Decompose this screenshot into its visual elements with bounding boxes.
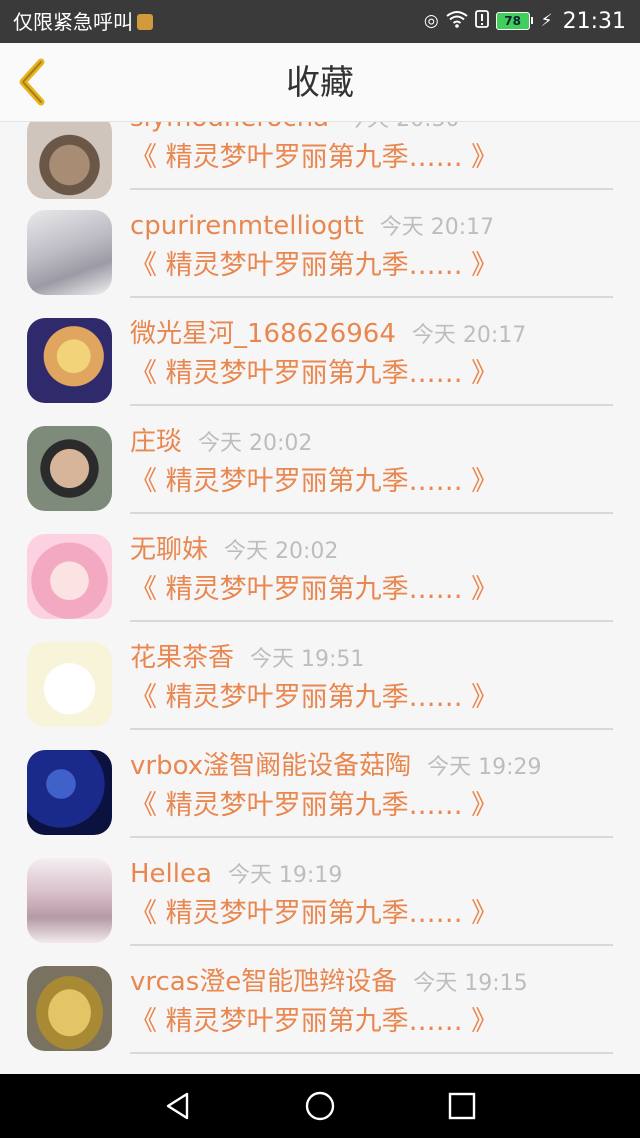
page-title: 收藏 (286, 63, 354, 103)
timestamp: 今天 20:30 (345, 122, 459, 132)
wifi-icon (446, 10, 468, 33)
username: vrbox滏智阚能设备菇陶 (130, 751, 412, 781)
list-item-content: 无聊妹 今天 20:02 《 精灵梦叶罗丽第九季…… 》 (130, 532, 613, 622)
favorite-title-link[interactable]: 《 精灵梦叶罗丽第九季…… 》 (130, 680, 498, 716)
list-item-content: 花果茶香 今天 19:51 《 精灵梦叶罗丽第九季…… 》 (130, 640, 613, 730)
alert-icon (474, 9, 489, 33)
carrier-label: 仅限紧急呼叫 (13, 10, 133, 34)
system-nav-bar (0, 1074, 640, 1138)
square-recents-icon (448, 1092, 476, 1120)
username: 花果茶香 (130, 643, 235, 673)
favorite-title-link[interactable]: 《 精灵梦叶罗丽第九季…… 》 (130, 1004, 498, 1040)
carrier-text-wrap: 仅限紧急呼叫 (13, 9, 153, 35)
avatar (27, 750, 112, 835)
list-item[interactable]: Hellea 今天 19:19 《 精灵梦叶罗丽第九季…… 》 (0, 856, 640, 964)
timestamp: 今天 20:02 (198, 431, 313, 456)
nav-back-button[interactable] (162, 1090, 194, 1122)
timestamp: 今天 20:17 (379, 215, 495, 240)
favorite-title-link[interactable]: 《 精灵梦叶罗丽第九季…… 》 (130, 464, 498, 500)
circle-home-icon (305, 1091, 335, 1121)
favorite-title-link[interactable]: 《 精灵梦叶罗丽第九季…… 》 (130, 788, 498, 824)
avatar (27, 318, 112, 403)
username: cpurirenmtelliogtt (130, 211, 364, 241)
username: 无聊妹 (130, 535, 209, 565)
list-item-content: cpurirenmtelliogtt 今天 20:17 《 精灵梦叶罗丽第九季……… (130, 208, 613, 298)
battery-icon: 78 (495, 12, 533, 30)
nav-recents-button[interactable] (446, 1090, 478, 1122)
battery-level: 78 (504, 14, 521, 28)
header-bar: 收藏 (0, 43, 640, 122)
timestamp: 今天 19:51 (250, 647, 365, 672)
username: 庄琰 (130, 427, 183, 457)
list-item[interactable]: 花果茶香 今天 19:51 《 精灵梦叶罗丽第九季…… 》 (0, 640, 640, 748)
list-item-content: slymodnerocha 今天 20:30 《 精灵梦叶罗丽第九季…… 》 (130, 122, 613, 190)
favorite-title-link[interactable]: 《 精灵梦叶罗丽第九季…… 》 (130, 896, 498, 932)
timestamp: 今天 19:29 (427, 755, 542, 780)
avatar (27, 642, 112, 727)
timestamp: 今天 20:02 (224, 539, 339, 564)
favorite-title-link[interactable]: 《 精灵梦叶罗丽第九季…… 》 (130, 572, 498, 608)
username: Hellea (130, 859, 212, 889)
list-item[interactable]: slymodnerocha 今天 20:30 《 精灵梦叶罗丽第九季…… 》 (0, 122, 640, 208)
avatar (27, 966, 112, 1051)
list-item[interactable]: vrcas澄e智能虺辫设备 今天 19:15 《 精灵梦叶罗丽第九季…… 》 (0, 964, 640, 1072)
favorite-title-link[interactable]: 《 精灵梦叶罗丽第九季…… 》 (130, 356, 498, 392)
list-item-content: 微光星河_168626964 今天 20:17 《 精灵梦叶罗丽第九季…… 》 (130, 316, 613, 406)
avatar (27, 122, 112, 199)
username: slymodnerocha (130, 122, 329, 133)
avatar (27, 210, 112, 295)
app-notification-icon (137, 13, 153, 30)
username: 微光星河_168626964 (130, 319, 396, 349)
triangle-back-icon (166, 1092, 189, 1120)
vibrate-icon: ◎ (423, 11, 439, 31)
username: vrcas澄e智能虺辫设备 (130, 967, 398, 997)
list-item-content: vrbox滏智阚能设备菇陶 今天 19:29 《 精灵梦叶罗丽第九季…… 》 (130, 748, 613, 838)
timestamp: 今天 19:15 (413, 971, 528, 996)
list-item[interactable]: cpurirenmtelliogtt 今天 20:17 《 精灵梦叶罗丽第九季……… (0, 208, 640, 316)
avatar (27, 858, 112, 943)
list-item-content: Hellea 今天 19:19 《 精灵梦叶罗丽第九季…… 》 (130, 856, 613, 946)
list-item[interactable]: 微光星河_168626964 今天 20:17 《 精灵梦叶罗丽第九季…… 》 (0, 316, 640, 424)
list-item-content: 庄琰 今天 20:02 《 精灵梦叶罗丽第九季…… 》 (130, 424, 613, 514)
status-icons: ◎ 78 ⚡ 21:31 (424, 8, 626, 34)
avatar (27, 534, 112, 619)
list-item[interactable]: 无聊妹 今天 20:02 《 精灵梦叶罗丽第九季…… 》 (0, 532, 640, 640)
timestamp: 今天 20:17 (411, 323, 527, 348)
nav-home-button[interactable] (304, 1090, 336, 1122)
list-item-content: vrcas澄e智能虺辫设备 今天 19:15 《 精灵梦叶罗丽第九季…… 》 (130, 964, 613, 1054)
charging-icon: ⚡ (540, 11, 553, 31)
list-item[interactable]: vrbox滏智阚能设备菇陶 今天 19:29 《 精灵梦叶罗丽第九季…… 》 (0, 748, 640, 856)
list-item[interactable]: 庄琰 今天 20:02 《 精灵梦叶罗丽第九季…… 》 (0, 424, 640, 532)
favorite-title-link[interactable]: 《 精灵梦叶罗丽第九季…… 》 (130, 248, 498, 284)
status-bar: 仅限紧急呼叫 ◎ 78 ⚡ 21:31 (0, 0, 640, 43)
clock: 21:31 (562, 8, 626, 34)
timestamp: 今天 19:19 (227, 863, 343, 888)
favorites-list[interactable]: slymodnerocha 今天 20:30 《 精灵梦叶罗丽第九季…… 》 cp… (0, 122, 640, 1074)
favorite-title-link[interactable]: 《 精灵梦叶罗丽第九季…… 》 (130, 140, 498, 176)
avatar (27, 426, 112, 511)
